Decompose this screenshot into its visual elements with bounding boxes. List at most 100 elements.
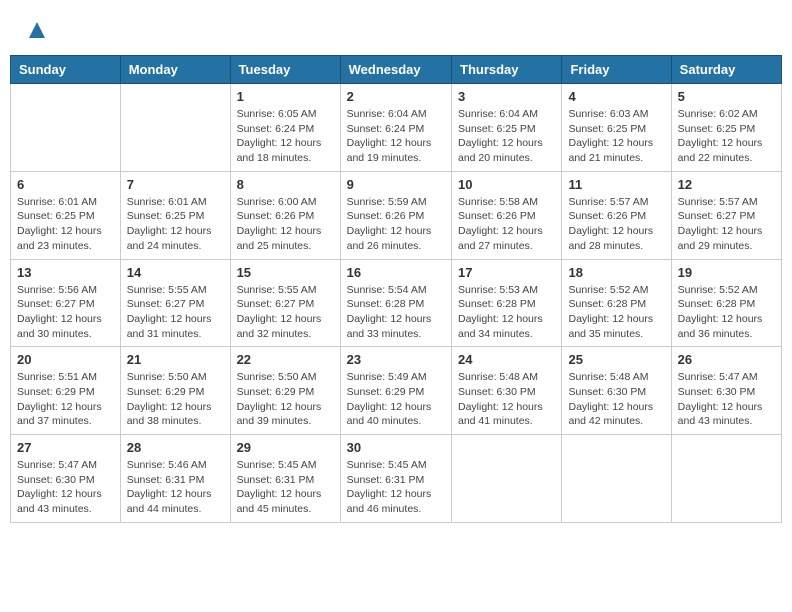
logo-text xyxy=(25,20,47,45)
column-header-tuesday: Tuesday xyxy=(230,56,340,84)
calendar-week-row: 6 Sunrise: 6:01 AM Sunset: 6:25 PM Daylig… xyxy=(11,171,782,259)
calendar-cell: 24 Sunrise: 5:48 AM Sunset: 6:30 PM Dayli… xyxy=(452,347,562,435)
page-header xyxy=(10,10,782,50)
day-number: 19 xyxy=(678,265,775,280)
day-number: 30 xyxy=(347,440,445,455)
calendar-cell: 25 Sunrise: 5:48 AM Sunset: 6:30 PM Dayli… xyxy=(562,347,671,435)
day-number: 29 xyxy=(237,440,334,455)
day-info: Sunrise: 6:01 AM Sunset: 6:25 PM Dayligh… xyxy=(17,195,114,254)
calendar-cell: 6 Sunrise: 6:01 AM Sunset: 6:25 PM Daylig… xyxy=(11,171,121,259)
logo-icon xyxy=(27,20,47,40)
column-header-thursday: Thursday xyxy=(452,56,562,84)
day-number: 8 xyxy=(237,177,334,192)
day-number: 2 xyxy=(347,89,445,104)
day-info: Sunrise: 6:04 AM Sunset: 6:25 PM Dayligh… xyxy=(458,107,555,166)
day-info: Sunrise: 5:46 AM Sunset: 6:31 PM Dayligh… xyxy=(127,458,224,517)
calendar-cell: 29 Sunrise: 5:45 AM Sunset: 6:31 PM Dayli… xyxy=(230,435,340,523)
day-info: Sunrise: 6:05 AM Sunset: 6:24 PM Dayligh… xyxy=(237,107,334,166)
day-number: 14 xyxy=(127,265,224,280)
calendar-cell xyxy=(11,84,121,172)
day-info: Sunrise: 6:04 AM Sunset: 6:24 PM Dayligh… xyxy=(347,107,445,166)
day-number: 6 xyxy=(17,177,114,192)
calendar-cell xyxy=(562,435,671,523)
calendar-cell xyxy=(671,435,781,523)
day-number: 16 xyxy=(347,265,445,280)
day-number: 10 xyxy=(458,177,555,192)
day-number: 18 xyxy=(568,265,664,280)
calendar-cell: 5Sunrise: 6:02 AM Sunset: 6:25 PM Daylig… xyxy=(671,84,781,172)
day-info: Sunrise: 5:50 AM Sunset: 6:29 PM Dayligh… xyxy=(237,370,334,429)
calendar-cell: 10 Sunrise: 5:58 AM Sunset: 6:26 PM Dayli… xyxy=(452,171,562,259)
calendar-cell: 13 Sunrise: 5:56 AM Sunset: 6:27 PM Dayli… xyxy=(11,259,121,347)
day-info: Sunrise: 5:48 AM Sunset: 6:30 PM Dayligh… xyxy=(568,370,664,429)
column-header-monday: Monday xyxy=(120,56,230,84)
calendar-cell: 30 Sunrise: 5:45 AM Sunset: 6:31 PM Dayli… xyxy=(340,435,451,523)
day-number: 17 xyxy=(458,265,555,280)
day-number: 21 xyxy=(127,352,224,367)
day-number: 1 xyxy=(237,89,334,104)
day-info: Sunrise: 6:03 AM Sunset: 6:25 PM Dayligh… xyxy=(568,107,664,166)
day-number: 5 xyxy=(678,89,775,104)
day-info: Sunrise: 5:48 AM Sunset: 6:30 PM Dayligh… xyxy=(458,370,555,429)
calendar-cell: 22 Sunrise: 5:50 AM Sunset: 6:29 PM Dayli… xyxy=(230,347,340,435)
day-info: Sunrise: 6:00 AM Sunset: 6:26 PM Dayligh… xyxy=(237,195,334,254)
day-info: Sunrise: 6:01 AM Sunset: 6:25 PM Dayligh… xyxy=(127,195,224,254)
day-number: 11 xyxy=(568,177,664,192)
day-number: 25 xyxy=(568,352,664,367)
day-info: Sunrise: 5:56 AM Sunset: 6:27 PM Dayligh… xyxy=(17,283,114,342)
day-number: 22 xyxy=(237,352,334,367)
day-number: 9 xyxy=(347,177,445,192)
day-info: Sunrise: 5:54 AM Sunset: 6:28 PM Dayligh… xyxy=(347,283,445,342)
day-info: Sunrise: 5:47 AM Sunset: 6:30 PM Dayligh… xyxy=(17,458,114,517)
logo xyxy=(25,20,47,45)
day-number: 13 xyxy=(17,265,114,280)
calendar-cell: 2 Sunrise: 6:04 AM Sunset: 6:24 PM Daylig… xyxy=(340,84,451,172)
day-info: Sunrise: 5:45 AM Sunset: 6:31 PM Dayligh… xyxy=(347,458,445,517)
calendar-cell xyxy=(452,435,562,523)
day-number: 7 xyxy=(127,177,224,192)
calendar-cell: 14 Sunrise: 5:55 AM Sunset: 6:27 PM Dayli… xyxy=(120,259,230,347)
calendar-header-row: SundayMondayTuesdayWednesdayThursdayFrid… xyxy=(11,56,782,84)
calendar-table: SundayMondayTuesdayWednesdayThursdayFrid… xyxy=(10,55,782,523)
calendar-cell xyxy=(120,84,230,172)
calendar-cell: 9 Sunrise: 5:59 AM Sunset: 6:26 PM Daylig… xyxy=(340,171,451,259)
calendar-cell: 7 Sunrise: 6:01 AM Sunset: 6:25 PM Daylig… xyxy=(120,171,230,259)
day-info: Sunrise: 5:53 AM Sunset: 6:28 PM Dayligh… xyxy=(458,283,555,342)
day-info: Sunrise: 5:50 AM Sunset: 6:29 PM Dayligh… xyxy=(127,370,224,429)
day-info: Sunrise: 5:55 AM Sunset: 6:27 PM Dayligh… xyxy=(237,283,334,342)
calendar-cell: 18Sunrise: 5:52 AM Sunset: 6:28 PM Dayli… xyxy=(562,259,671,347)
column-header-saturday: Saturday xyxy=(671,56,781,84)
calendar-cell: 12Sunrise: 5:57 AM Sunset: 6:27 PM Dayli… xyxy=(671,171,781,259)
calendar-cell: 3Sunrise: 6:04 AM Sunset: 6:25 PM Daylig… xyxy=(452,84,562,172)
day-number: 26 xyxy=(678,352,775,367)
day-info: Sunrise: 5:51 AM Sunset: 6:29 PM Dayligh… xyxy=(17,370,114,429)
day-number: 15 xyxy=(237,265,334,280)
calendar-week-row: 1 Sunrise: 6:05 AM Sunset: 6:24 PM Daylig… xyxy=(11,84,782,172)
calendar-cell: 27Sunrise: 5:47 AM Sunset: 6:30 PM Dayli… xyxy=(11,435,121,523)
calendar-cell: 28 Sunrise: 5:46 AM Sunset: 6:31 PM Dayli… xyxy=(120,435,230,523)
day-info: Sunrise: 5:45 AM Sunset: 6:31 PM Dayligh… xyxy=(237,458,334,517)
calendar-week-row: 20 Sunrise: 5:51 AM Sunset: 6:29 PM Dayli… xyxy=(11,347,782,435)
calendar-cell: 11Sunrise: 5:57 AM Sunset: 6:26 PM Dayli… xyxy=(562,171,671,259)
calendar-cell: 17 Sunrise: 5:53 AM Sunset: 6:28 PM Dayli… xyxy=(452,259,562,347)
calendar-cell: 21 Sunrise: 5:50 AM Sunset: 6:29 PM Dayli… xyxy=(120,347,230,435)
column-header-friday: Friday xyxy=(562,56,671,84)
column-header-sunday: Sunday xyxy=(11,56,121,84)
day-info: Sunrise: 5:58 AM Sunset: 6:26 PM Dayligh… xyxy=(458,195,555,254)
day-info: Sunrise: 5:52 AM Sunset: 6:28 PM Dayligh… xyxy=(678,283,775,342)
calendar-cell: 1 Sunrise: 6:05 AM Sunset: 6:24 PM Daylig… xyxy=(230,84,340,172)
calendar-week-row: 27Sunrise: 5:47 AM Sunset: 6:30 PM Dayli… xyxy=(11,435,782,523)
day-info: Sunrise: 5:49 AM Sunset: 6:29 PM Dayligh… xyxy=(347,370,445,429)
day-number: 12 xyxy=(678,177,775,192)
calendar-cell: 16 Sunrise: 5:54 AM Sunset: 6:28 PM Dayli… xyxy=(340,259,451,347)
calendar-cell: 4Sunrise: 6:03 AM Sunset: 6:25 PM Daylig… xyxy=(562,84,671,172)
calendar-cell: 19 Sunrise: 5:52 AM Sunset: 6:28 PM Dayli… xyxy=(671,259,781,347)
calendar-cell: 20 Sunrise: 5:51 AM Sunset: 6:29 PM Dayli… xyxy=(11,347,121,435)
day-number: 28 xyxy=(127,440,224,455)
calendar-week-row: 13 Sunrise: 5:56 AM Sunset: 6:27 PM Dayli… xyxy=(11,259,782,347)
calendar-cell: 8 Sunrise: 6:00 AM Sunset: 6:26 PM Daylig… xyxy=(230,171,340,259)
day-number: 20 xyxy=(17,352,114,367)
day-info: Sunrise: 5:59 AM Sunset: 6:26 PM Dayligh… xyxy=(347,195,445,254)
day-number: 24 xyxy=(458,352,555,367)
day-info: Sunrise: 5:55 AM Sunset: 6:27 PM Dayligh… xyxy=(127,283,224,342)
